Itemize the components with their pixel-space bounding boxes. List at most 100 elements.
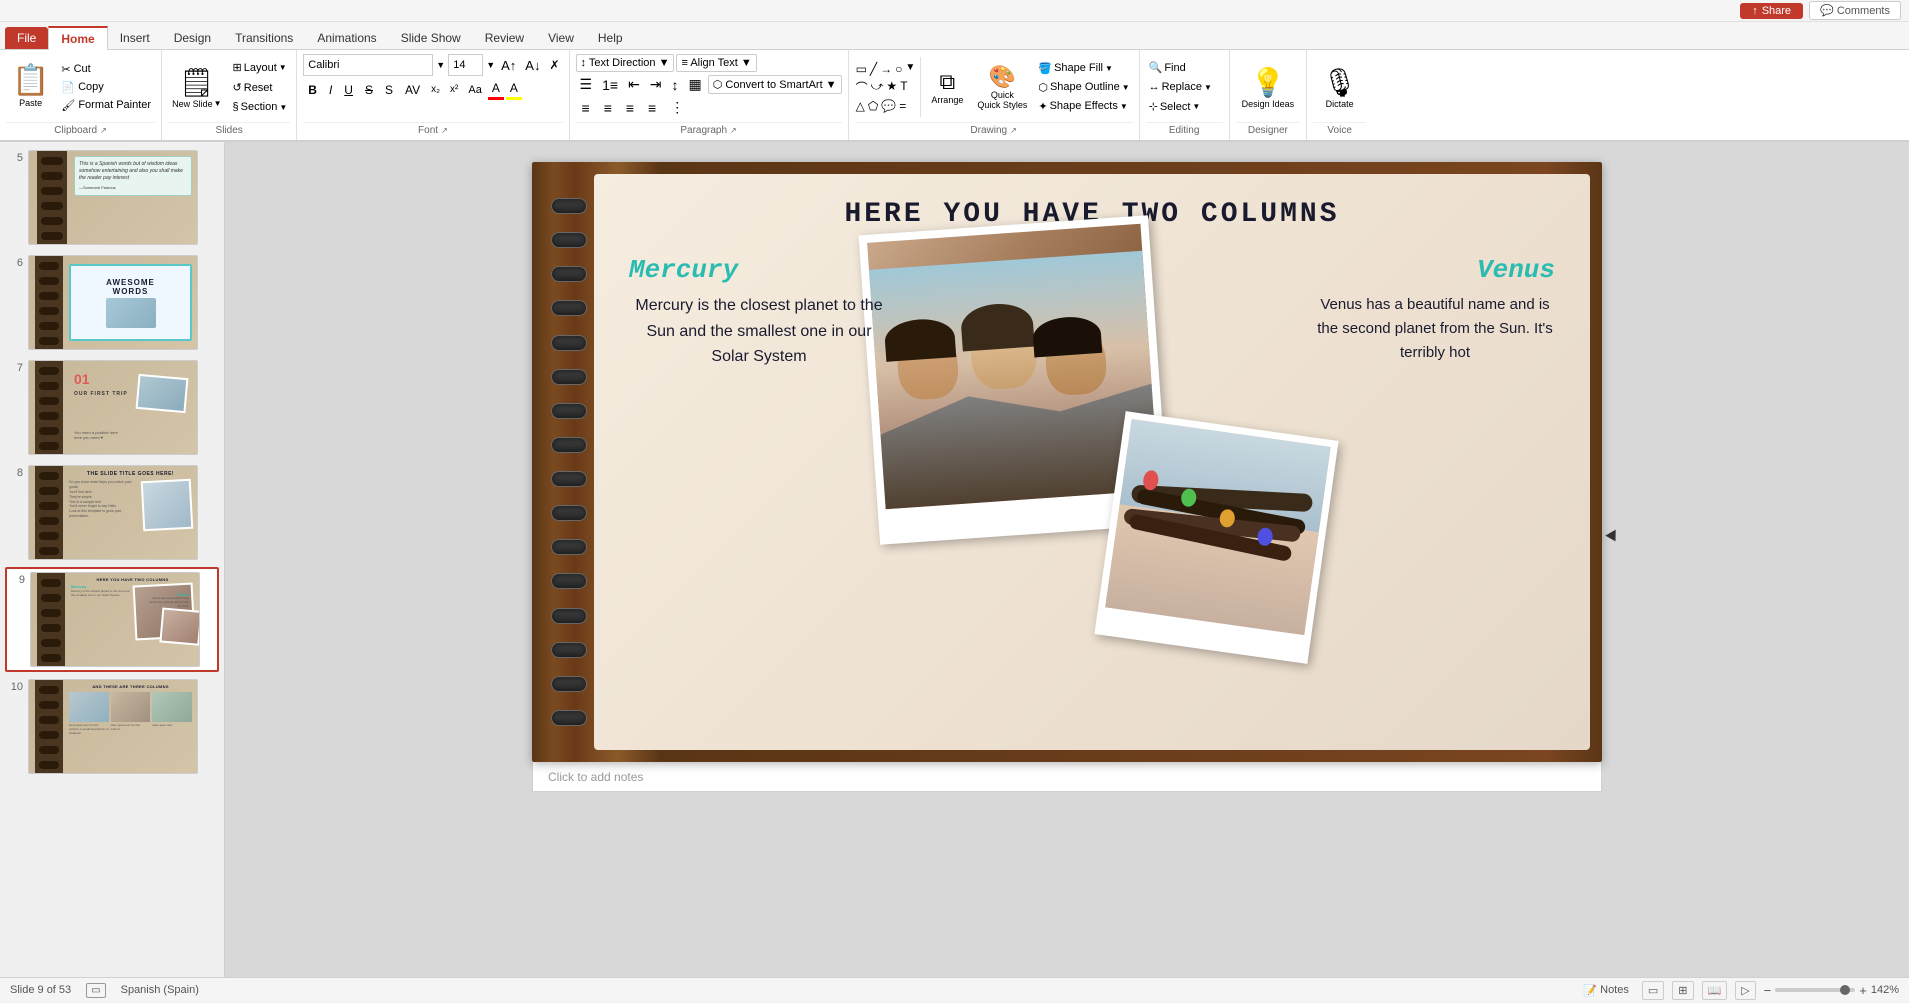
new-slide-dropdown-icon[interactable]: ▼ — [214, 99, 222, 108]
tab-slideshow[interactable]: Slide Show — [389, 27, 473, 49]
slide-thumb-9[interactable]: 9 HERE YOU HAVE TWO COLUMNS Mercury Me — [5, 567, 219, 672]
increase-font-button[interactable]: A↑ — [498, 57, 519, 74]
slide-thumb-10[interactable]: 10 AND THESE ARE THREE COLUMNS Here g — [5, 676, 219, 777]
tab-view[interactable]: View — [536, 27, 586, 49]
indent-decrease-button[interactable]: ⇤ — [624, 74, 644, 95]
layout-button[interactable]: ⊞ Layout ▼ — [230, 59, 291, 76]
shape-text[interactable]: T — [899, 78, 908, 97]
copy-button[interactable]: 📄 Copy — [57, 79, 155, 96]
shape-curve[interactable]: ⌒ — [855, 78, 869, 97]
font-size-dropdown[interactable]: ▼ — [486, 60, 495, 70]
convert-smartart-button[interactable]: ⬡ Convert to SmartArt ▼ — [708, 75, 842, 94]
font-family-dropdown[interactable]: ▼ — [436, 60, 445, 70]
shape-eq[interactable]: = — [898, 98, 907, 114]
char-spacing-button[interactable]: AV — [400, 81, 425, 99]
zoom-out-button[interactable]: − — [1764, 983, 1772, 998]
paragraph-expand-icon[interactable]: ↗ — [730, 126, 737, 135]
justify-button[interactable]: ≡ — [642, 98, 662, 118]
align-right-button[interactable]: ≡ — [620, 98, 640, 118]
shape-outline-dropdown[interactable]: ▼ — [1122, 83, 1130, 92]
tab-review[interactable]: Review — [473, 27, 536, 49]
align-center-button[interactable]: ≡ — [598, 98, 618, 118]
share-button[interactable]: ↑ Share — [1740, 3, 1803, 19]
dictate-button[interactable]: 🎙 Dictate — [1316, 62, 1364, 113]
font-family-input[interactable] — [303, 54, 433, 76]
clear-format-button[interactable]: ✗ — [546, 57, 562, 73]
normal-view-button[interactable]: ▭ — [1642, 981, 1664, 1000]
tab-home[interactable]: Home — [48, 26, 107, 50]
tab-animations[interactable]: Animations — [305, 27, 388, 49]
change-case-button[interactable]: Aa — [464, 82, 485, 98]
slide-thumb-7[interactable]: 7 01 OUR FIRST TRIP You need a positive … — [5, 357, 219, 458]
slide-thumb-5[interactable]: 5 This is a Spanish words but of wisdom … — [5, 147, 219, 248]
shape-effects-button[interactable]: ✦ Shape Effects ▼ — [1035, 98, 1132, 115]
align-text-button[interactable]: ≡ Align Text ▼ — [676, 54, 756, 72]
tab-file[interactable]: File — [5, 27, 48, 49]
shape-oval[interactable]: ○ — [894, 61, 903, 77]
decrease-font-button[interactable]: A↓ — [522, 57, 543, 74]
shape-effects-dropdown[interactable]: ▼ — [1120, 102, 1128, 111]
replace-button[interactable]: ↔ Replace ▼ — [1146, 79, 1223, 95]
shape-triangle[interactable]: △ — [855, 98, 866, 114]
shadow-button[interactable]: S — [380, 81, 398, 99]
subscript-button[interactable]: x₂ — [427, 82, 444, 97]
shape-pentagon[interactable]: ⬠ — [867, 98, 879, 114]
quick-styles-button[interactable]: 🎨 Quick Quick Styles — [973, 62, 1031, 112]
select-dropdown[interactable]: ▼ — [1192, 102, 1200, 111]
tab-transitions[interactable]: Transitions — [223, 27, 305, 49]
zoom-in-button[interactable]: + — [1859, 983, 1867, 998]
shape-fill-dropdown[interactable]: ▼ — [1105, 64, 1113, 73]
shape-connector[interactable]: ⤻ — [870, 78, 885, 97]
align-left-button[interactable]: ≡ — [576, 98, 596, 118]
tab-help[interactable]: Help — [586, 27, 635, 49]
underline-button[interactable]: U — [339, 81, 358, 99]
font-size-input[interactable] — [448, 54, 483, 76]
notes-button[interactable]: 📝 Notes — [1578, 982, 1633, 999]
shape-outline-button[interactable]: ⬡ Shape Outline ▼ — [1035, 79, 1132, 96]
replace-dropdown[interactable]: ▼ — [1204, 83, 1212, 92]
shape-line[interactable]: ╱ — [869, 61, 878, 77]
slide-sorter-button[interactable]: ⊞ — [1672, 981, 1693, 1000]
font-color-button[interactable]: A — [488, 79, 504, 100]
notes-area[interactable]: Click to add notes — [532, 762, 1602, 792]
shape-star[interactable]: ★ — [885, 78, 898, 97]
reset-button[interactable]: ↺ Reset — [230, 79, 291, 96]
italic-button[interactable]: I — [324, 81, 337, 99]
shape-more[interactable]: ▼ — [904, 61, 916, 77]
shape-fill-button[interactable]: 🪣 Shape Fill ▼ — [1035, 60, 1132, 77]
select-button[interactable]: ⊹ Select ▼ — [1146, 98, 1223, 115]
shape-callout[interactable]: 💬 — [880, 98, 897, 114]
reading-view-button[interactable]: 📖 — [1702, 981, 1728, 1000]
columns-spacing-button[interactable]: ⋮ — [664, 97, 690, 118]
font-expand-icon[interactable]: ↗ — [441, 126, 448, 135]
new-slide-button[interactable]: 🗒 New Slide ▼ — [168, 62, 225, 113]
indent-increase-button[interactable]: ⇥ — [646, 74, 666, 95]
cut-button[interactable]: ✂ Cut — [57, 61, 155, 78]
drawing-expand-icon[interactable]: ↗ — [1010, 126, 1017, 135]
slide-thumb-8[interactable]: 8 THE SLIDE TITLE GOES HERE! Do you know… — [5, 462, 219, 563]
comments-button[interactable]: 💬 Comments — [1809, 1, 1901, 20]
slide-show-button[interactable]: ▷ — [1735, 981, 1755, 1000]
zoom-slider[interactable] — [1775, 988, 1855, 992]
find-button[interactable]: 🔍 Find — [1146, 59, 1223, 76]
slide-thumb-6[interactable]: 6 AWESOMEWORDS — [5, 252, 219, 353]
superscript-button[interactable]: x² — [446, 82, 462, 97]
text-direction-button[interactable]: ↕ Text Direction ▼ — [576, 54, 675, 72]
line-spacing-button[interactable]: ↕ — [668, 75, 683, 95]
columns-button[interactable]: ▦ — [685, 74, 706, 95]
design-ideas-button[interactable]: 💡 Design Ideas — [1236, 62, 1301, 113]
numbering-button[interactable]: 1≡ — [598, 75, 622, 95]
strikethrough-button[interactable]: S — [360, 81, 378, 99]
shape-rect[interactable]: ▭ — [855, 61, 868, 77]
shape-arrow[interactable]: → — [879, 61, 893, 77]
bold-button[interactable]: B — [303, 81, 322, 99]
layout-dropdown-icon[interactable]: ▼ — [279, 63, 287, 72]
tab-design[interactable]: Design — [162, 27, 223, 49]
bullets-button[interactable]: ☰ — [576, 74, 597, 95]
tab-insert[interactable]: Insert — [108, 27, 162, 49]
format-painter-button[interactable]: 🖌 Format Painter — [57, 97, 155, 114]
clipboard-expand-icon[interactable]: ↗ — [100, 126, 107, 135]
highlight-color-button[interactable]: A — [506, 79, 522, 100]
paste-button[interactable]: 📋 Paste — [6, 62, 55, 112]
section-dropdown-icon[interactable]: ▼ — [279, 103, 287, 112]
